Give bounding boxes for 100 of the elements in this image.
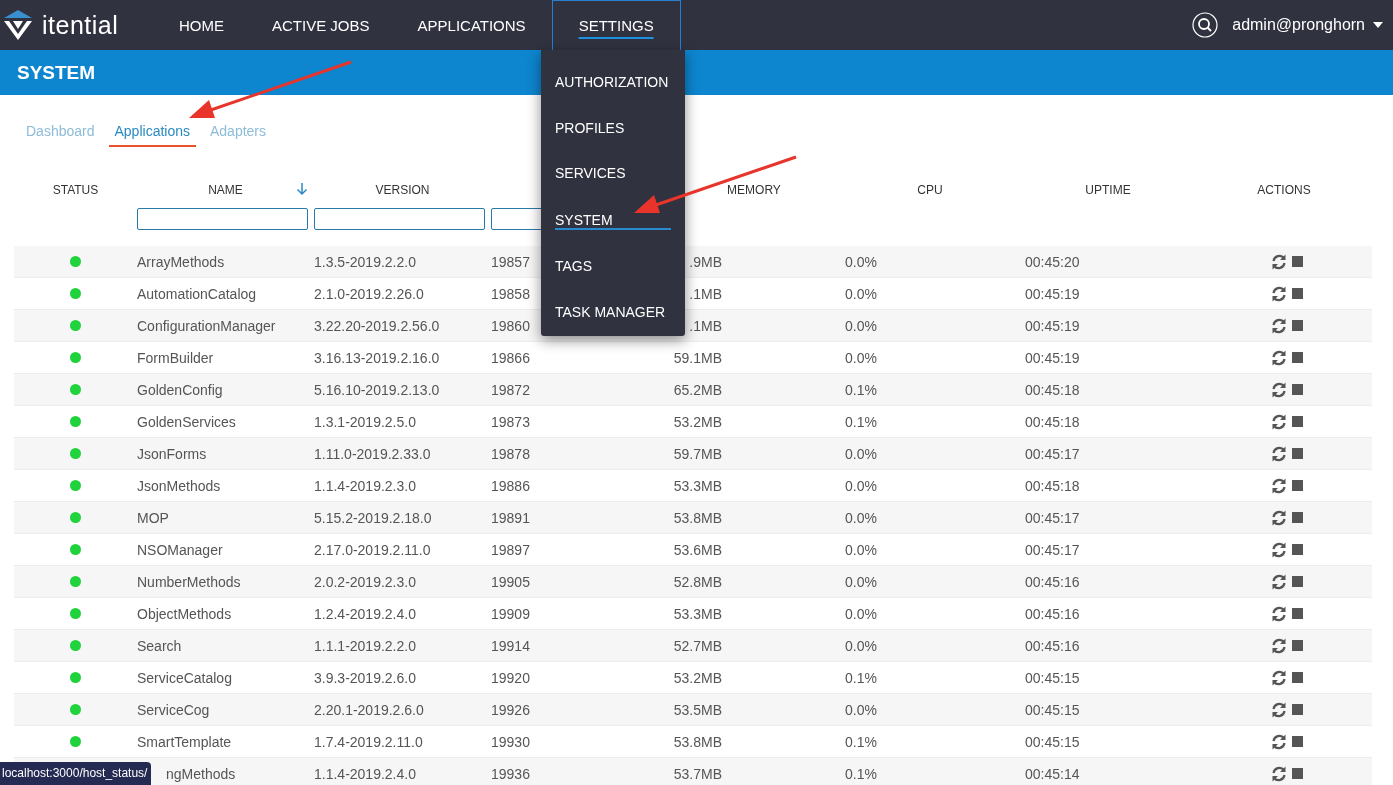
- restart-icon[interactable]: [1269, 700, 1288, 719]
- sort-arrow-icon[interactable]: [296, 182, 308, 196]
- pid-cell: 19920: [491, 669, 530, 686]
- nav-tab[interactable]: APPLICATIONS: [393, 0, 550, 50]
- restart-icon[interactable]: [1269, 412, 1288, 431]
- cpu-cell-text: 0.0%: [844, 701, 877, 718]
- name-filter-field[interactable]: [137, 208, 308, 230]
- uptime-cell-text: 00:45:14: [1024, 765, 1080, 782]
- stop-icon[interactable]: [1291, 256, 1303, 267]
- stop-icon[interactable]: [1291, 704, 1303, 715]
- version-cell: 2.1.0-2019.2.26.0: [314, 285, 424, 302]
- menu-item[interactable]: TASK MANAGER: [555, 290, 666, 337]
- restart-icon[interactable]: [1269, 252, 1288, 271]
- version-cell: 3.9.3-2019.2.6.0: [314, 669, 416, 686]
- memory-cell-text: 53.2MB: [672, 669, 722, 686]
- restart-icon[interactable]: [1269, 764, 1288, 783]
- memory-cell-text: 53.6MB: [672, 541, 722, 558]
- column-header[interactable]: MEMORY: [727, 183, 781, 197]
- restart-icon[interactable]: [1269, 316, 1288, 335]
- cpu-cell-text: 0.1%: [844, 669, 877, 686]
- name-cell: JsonForms: [137, 445, 207, 462]
- restart-icon[interactable]: [1269, 476, 1288, 495]
- uptime-cell-text: 00:45:16: [1024, 605, 1080, 622]
- memory-cell-text: .1MB: [688, 317, 722, 334]
- restart-icon[interactable]: [1269, 508, 1288, 527]
- pid-cell: 19878: [491, 445, 530, 462]
- restart-icon[interactable]: [1269, 380, 1288, 399]
- version-cell: 5.15.2-2019.2.18.0: [314, 509, 432, 526]
- restart-icon[interactable]: [1269, 732, 1288, 751]
- restart-icon[interactable]: [1269, 348, 1288, 367]
- caret-icon: [1373, 22, 1383, 28]
- stop-icon[interactable]: [1291, 608, 1303, 619]
- version-cell: 3.16.13-2019.2.16.0: [314, 349, 440, 366]
- name-cell: NumberMethods: [137, 573, 241, 590]
- column-header[interactable]: VERSION: [375, 183, 430, 197]
- stop-icon[interactable]: [1291, 736, 1303, 747]
- pid-cell: 19891: [491, 509, 530, 526]
- stop-icon[interactable]: [1291, 480, 1303, 491]
- column-header[interactable]: UPTIME: [1085, 183, 1131, 197]
- version-cell: 2.17.0-2019.2.11.0: [314, 541, 431, 558]
- memory-cell-text: 59.7MB: [672, 445, 722, 462]
- restart-icon[interactable]: [1269, 284, 1288, 303]
- version-filter-field[interactable]: [314, 208, 485, 230]
- menu-item[interactable]: TAGS: [555, 244, 593, 291]
- restart-icon[interactable]: [1269, 444, 1288, 463]
- memory-cell-text: 52.7MB: [672, 637, 722, 654]
- restart-icon[interactable]: [1269, 604, 1288, 623]
- memory-cell-text: .1MB: [688, 285, 722, 302]
- stop-icon[interactable]: [1291, 384, 1303, 395]
- search-icon[interactable]: [1192, 12, 1219, 38]
- stop-icon[interactable]: [1291, 512, 1303, 523]
- memory-cell-text: 53.3MB: [672, 605, 722, 622]
- cpu-cell-text: 0.1%: [844, 765, 877, 782]
- nav-tab[interactable]: HOME: [155, 0, 248, 50]
- stop-icon[interactable]: [1291, 672, 1303, 683]
- pid-cell: 19914: [491, 637, 530, 654]
- user-menu[interactable]: admin@pronghorn: [1232, 16, 1383, 34]
- restart-icon[interactable]: [1269, 636, 1288, 655]
- stop-icon[interactable]: [1291, 416, 1303, 427]
- tab[interactable]: Applications: [108, 123, 196, 147]
- restart-icon[interactable]: [1269, 572, 1288, 591]
- menu-item[interactable]: PROFILES: [555, 105, 625, 152]
- name-cell: ServiceCatalog: [137, 669, 232, 686]
- page-title: SYSTEM: [17, 61, 96, 84]
- pid-cell: 19857: [491, 253, 530, 270]
- version-cell: 1.2.4-2019.2.4.0: [314, 605, 416, 622]
- stop-icon[interactable]: [1291, 768, 1303, 779]
- version-cell: 1.7.4-2019.2.11.0: [314, 733, 423, 750]
- column-header[interactable]: ACTIONS: [1257, 183, 1311, 197]
- pid-cell: 19872: [491, 381, 530, 398]
- name-cell: AutomationCatalog: [137, 285, 257, 302]
- stop-icon[interactable]: [1291, 640, 1303, 651]
- stop-icon[interactable]: [1291, 288, 1303, 299]
- restart-icon[interactable]: [1269, 540, 1288, 559]
- restart-icon[interactable]: [1269, 668, 1288, 687]
- memory-cell-text: 52.8MB: [672, 573, 722, 590]
- menu-item[interactable]: AUTHORIZATION: [555, 60, 669, 106]
- nav-tab[interactable]: ACTIVE JOBS: [248, 0, 394, 50]
- stop-icon[interactable]: [1291, 448, 1303, 459]
- memory-cell-text: .9MB: [688, 253, 722, 270]
- stop-icon[interactable]: [1291, 320, 1303, 331]
- pid-cell: 19926: [491, 701, 530, 718]
- cpu-cell-text: 0.0%: [844, 317, 877, 334]
- memory-cell-text: 59.1MB: [672, 349, 722, 366]
- menu-item[interactable]: SERVICES: [555, 151, 626, 198]
- column-header[interactable]: NAME: [208, 183, 243, 197]
- name-cell: GoldenServices: [137, 413, 236, 430]
- stop-icon[interactable]: [1291, 352, 1303, 363]
- column-header[interactable]: CPU: [917, 183, 943, 197]
- stop-icon[interactable]: [1291, 544, 1303, 555]
- memory-cell-text: 65.2MB: [672, 381, 722, 398]
- uptime-cell-text: 00:45:18: [1024, 413, 1080, 430]
- stop-icon[interactable]: [1291, 576, 1303, 587]
- uptime-cell-text: 00:45:18: [1024, 477, 1080, 494]
- uptime-cell-text: 00:45:16: [1024, 637, 1080, 654]
- pid-cell: 19866: [491, 349, 530, 366]
- column-header[interactable]: STATUS: [52, 183, 99, 197]
- memory-cell-text: 53.8MB: [672, 509, 722, 526]
- name-cell: ServiceCog: [137, 701, 210, 718]
- name-cell: ConfigurationManager: [137, 317, 276, 334]
